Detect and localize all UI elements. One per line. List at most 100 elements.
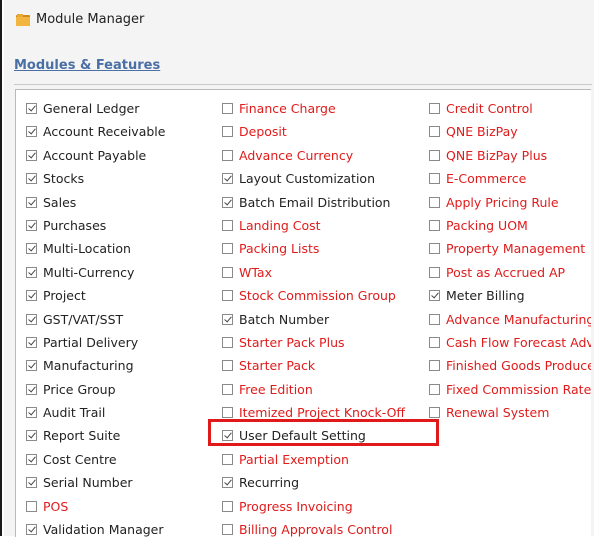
module-option[interactable]: Manufacturing bbox=[26, 358, 165, 381]
module-option[interactable]: Finance Charge bbox=[222, 101, 405, 124]
module-checkbox[interactable] bbox=[429, 313, 440, 325]
module-option[interactable]: Account Receivable bbox=[26, 124, 165, 147]
module-option[interactable]: Cost Centre bbox=[26, 452, 165, 475]
module-checkbox[interactable] bbox=[222, 290, 233, 302]
module-checkbox[interactable] bbox=[222, 407, 233, 419]
module-option[interactable]: General Ledger bbox=[26, 101, 165, 124]
module-checkbox[interactable] bbox=[26, 313, 37, 325]
module-option[interactable]: Starter Pack bbox=[222, 358, 405, 381]
module-checkbox[interactable] bbox=[26, 500, 37, 512]
module-option[interactable]: E-Commerce bbox=[429, 171, 591, 194]
module-checkbox[interactable] bbox=[26, 173, 37, 185]
module-option[interactable]: Sales bbox=[26, 195, 165, 218]
module-checkbox[interactable] bbox=[26, 407, 37, 419]
module-checkbox[interactable] bbox=[222, 500, 233, 512]
module-option[interactable]: WTax bbox=[222, 265, 405, 288]
module-option[interactable]: User Default Setting bbox=[222, 428, 405, 451]
module-option[interactable]: Stock Commission Group bbox=[222, 288, 405, 311]
module-option[interactable]: Batch Number bbox=[222, 312, 405, 335]
module-checkbox[interactable] bbox=[222, 126, 233, 138]
module-option[interactable]: Serial Number bbox=[26, 475, 165, 498]
module-option[interactable]: Recurring bbox=[222, 475, 405, 498]
module-checkbox[interactable] bbox=[26, 126, 37, 138]
module-option[interactable]: Layout Customization bbox=[222, 171, 405, 194]
module-option[interactable]: Packing UOM bbox=[429, 218, 591, 241]
module-option[interactable]: Partial Exemption bbox=[222, 452, 405, 475]
module-option[interactable]: Itemized Project Knock-Off bbox=[222, 405, 405, 428]
module-option[interactable]: POS bbox=[26, 499, 165, 522]
module-checkbox[interactable] bbox=[222, 173, 233, 185]
module-option[interactable]: Stocks bbox=[26, 171, 165, 194]
module-option[interactable]: Advance Manufacturing bbox=[429, 312, 591, 335]
module-checkbox[interactable] bbox=[222, 430, 233, 442]
module-checkbox[interactable] bbox=[26, 103, 37, 114]
module-option[interactable]: Free Edition bbox=[222, 382, 405, 405]
module-option[interactable]: Progress Invoicing bbox=[222, 499, 405, 522]
module-checkbox[interactable] bbox=[429, 336, 440, 348]
module-checkbox[interactable] bbox=[429, 103, 440, 114]
module-checkbox[interactable] bbox=[26, 430, 37, 442]
module-option[interactable]: GST/VAT/SST bbox=[26, 312, 165, 335]
module-checkbox[interactable] bbox=[429, 196, 440, 208]
module-checkbox[interactable] bbox=[222, 360, 233, 372]
module-option[interactable]: Multi-Currency bbox=[26, 265, 165, 288]
module-checkbox[interactable] bbox=[222, 219, 233, 231]
module-option[interactable]: Property Management bbox=[429, 241, 591, 264]
module-checkbox[interactable] bbox=[429, 360, 440, 372]
module-option[interactable]: Renewal System bbox=[429, 405, 591, 428]
module-option[interactable]: Multi-Location bbox=[26, 241, 165, 264]
module-checkbox[interactable] bbox=[26, 266, 37, 278]
module-checkbox[interactable] bbox=[222, 477, 233, 489]
module-checkbox[interactable] bbox=[26, 196, 37, 208]
module-option[interactable]: Account Payable bbox=[26, 148, 165, 171]
module-checkbox[interactable] bbox=[429, 173, 440, 185]
module-option[interactable]: Partial Delivery bbox=[26, 335, 165, 358]
module-option[interactable]: Batch Email Distribution bbox=[222, 195, 405, 218]
module-option[interactable]: Report Suite bbox=[26, 428, 165, 451]
module-checkbox[interactable] bbox=[429, 407, 440, 419]
module-option[interactable]: Project bbox=[26, 288, 165, 311]
module-checkbox[interactable] bbox=[222, 383, 233, 395]
module-checkbox[interactable] bbox=[429, 219, 440, 231]
module-checkbox[interactable] bbox=[26, 383, 37, 395]
module-checkbox[interactable] bbox=[26, 336, 37, 348]
module-checkbox[interactable] bbox=[26, 243, 37, 255]
module-option[interactable]: Advance Currency bbox=[222, 148, 405, 171]
module-option[interactable]: Validation Manager bbox=[26, 522, 165, 537]
module-option[interactable]: Finished Goods Produce bbox=[429, 358, 591, 381]
module-checkbox[interactable] bbox=[26, 149, 37, 161]
module-option[interactable]: Fixed Commission Rates bbox=[429, 382, 591, 405]
module-option[interactable]: Meter Billing bbox=[429, 288, 591, 311]
module-checkbox[interactable] bbox=[429, 383, 440, 395]
module-option[interactable]: Cash Flow Forecast Advis bbox=[429, 335, 591, 358]
module-checkbox[interactable] bbox=[429, 290, 440, 302]
module-checkbox[interactable] bbox=[429, 266, 440, 278]
module-option[interactable]: Starter Pack Plus bbox=[222, 335, 405, 358]
module-checkbox[interactable] bbox=[222, 524, 233, 536]
module-checkbox[interactable] bbox=[222, 313, 233, 325]
module-checkbox[interactable] bbox=[222, 103, 233, 114]
modules-features-link[interactable]: Modules & Features bbox=[14, 58, 160, 73]
module-checkbox[interactable] bbox=[429, 243, 440, 255]
module-checkbox[interactable] bbox=[222, 336, 233, 348]
module-option[interactable]: Deposit bbox=[222, 124, 405, 147]
module-checkbox[interactable] bbox=[26, 219, 37, 231]
module-option[interactable]: Packing Lists bbox=[222, 241, 405, 264]
module-checkbox[interactable] bbox=[222, 196, 233, 208]
module-checkbox[interactable] bbox=[26, 360, 37, 372]
module-option[interactable]: Purchases bbox=[26, 218, 165, 241]
module-checkbox[interactable] bbox=[429, 126, 440, 138]
module-option[interactable]: Audit Trail bbox=[26, 405, 165, 428]
module-option[interactable]: QNE BizPay Plus bbox=[429, 148, 591, 171]
module-option[interactable]: Price Group bbox=[26, 382, 165, 405]
module-option[interactable]: Landing Cost bbox=[222, 218, 405, 241]
module-option[interactable]: Credit Control bbox=[429, 101, 591, 124]
module-option[interactable]: Billing Approvals Control bbox=[222, 522, 405, 537]
module-checkbox[interactable] bbox=[26, 477, 37, 489]
module-checkbox[interactable] bbox=[222, 149, 233, 161]
module-checkbox[interactable] bbox=[222, 243, 233, 255]
module-option[interactable]: Post as Accrued AP bbox=[429, 265, 591, 288]
module-option[interactable]: QNE BizPay bbox=[429, 124, 591, 147]
module-checkbox[interactable] bbox=[26, 453, 37, 465]
module-checkbox[interactable] bbox=[26, 524, 37, 536]
